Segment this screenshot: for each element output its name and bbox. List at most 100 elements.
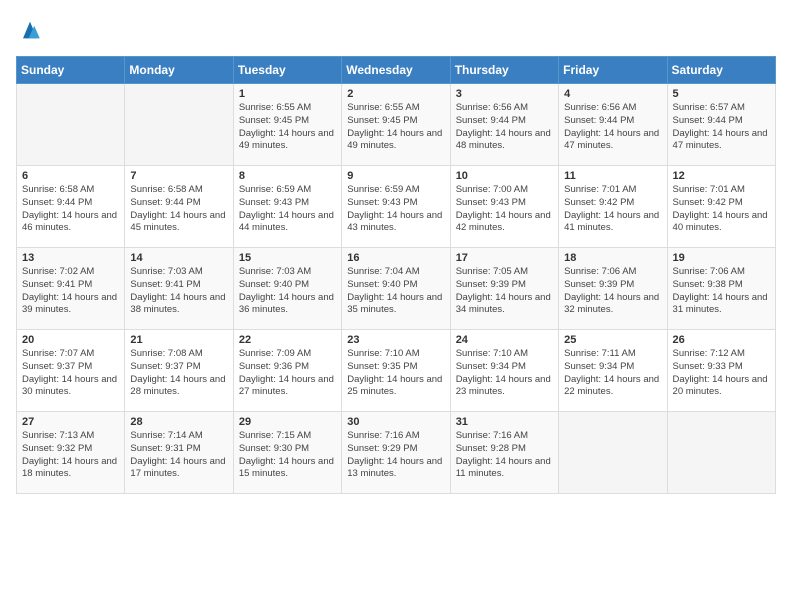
calendar-day: 2 Sunrise: 6:55 AM Sunset: 9:45 PM Daylig… xyxy=(342,84,450,166)
day-number: 4 xyxy=(564,88,661,100)
day-number: 10 xyxy=(456,170,553,182)
day-number: 21 xyxy=(130,334,227,346)
calendar-day: 23 Sunrise: 7:10 AM Sunset: 9:35 PM Dayli… xyxy=(342,330,450,412)
day-number: 30 xyxy=(347,416,444,428)
day-number: 28 xyxy=(130,416,227,428)
day-number: 15 xyxy=(239,252,336,264)
day-number: 5 xyxy=(673,88,770,100)
day-info: Sunrise: 7:08 AM Sunset: 9:37 PM Dayligh… xyxy=(130,348,227,399)
calendar-day xyxy=(559,412,667,494)
day-number: 19 xyxy=(673,252,770,264)
calendar-day: 26 Sunrise: 7:12 AM Sunset: 9:33 PM Dayli… xyxy=(667,330,775,412)
calendar-day: 1 Sunrise: 6:55 AM Sunset: 9:45 PM Daylig… xyxy=(233,84,341,166)
calendar-day xyxy=(667,412,775,494)
day-number: 18 xyxy=(564,252,661,264)
weekday-header-tuesday: Tuesday xyxy=(233,57,341,84)
calendar-day: 24 Sunrise: 7:10 AM Sunset: 9:34 PM Dayli… xyxy=(450,330,558,412)
weekday-header-sunday: Sunday xyxy=(17,57,125,84)
day-info: Sunrise: 7:16 AM Sunset: 9:28 PM Dayligh… xyxy=(456,430,553,481)
day-number: 8 xyxy=(239,170,336,182)
calendar-day: 12 Sunrise: 7:01 AM Sunset: 9:42 PM Dayli… xyxy=(667,166,775,248)
calendar-day: 15 Sunrise: 7:03 AM Sunset: 9:40 PM Dayli… xyxy=(233,248,341,330)
day-info: Sunrise: 7:01 AM Sunset: 9:42 PM Dayligh… xyxy=(673,184,770,235)
day-number: 25 xyxy=(564,334,661,346)
day-info: Sunrise: 7:10 AM Sunset: 9:34 PM Dayligh… xyxy=(456,348,553,399)
day-info: Sunrise: 6:56 AM Sunset: 9:44 PM Dayligh… xyxy=(564,102,661,153)
calendar-day xyxy=(17,84,125,166)
calendar-day: 11Sunrise: 7:01 AM Sunset: 9:42 PM Dayli… xyxy=(559,166,667,248)
day-info: Sunrise: 7:07 AM Sunset: 9:37 PM Dayligh… xyxy=(22,348,119,399)
calendar-day: 8 Sunrise: 6:59 AM Sunset: 9:43 PM Daylig… xyxy=(233,166,341,248)
day-info: Sunrise: 7:06 AM Sunset: 9:39 PM Dayligh… xyxy=(564,266,661,317)
day-info: Sunrise: 7:02 AM Sunset: 9:41 PM Dayligh… xyxy=(22,266,119,317)
day-number: 12 xyxy=(673,170,770,182)
page-header xyxy=(16,16,776,44)
day-info: Sunrise: 7:00 AM Sunset: 9:43 PM Dayligh… xyxy=(456,184,553,235)
day-info: Sunrise: 7:03 AM Sunset: 9:40 PM Dayligh… xyxy=(239,266,336,317)
calendar-body: 1 Sunrise: 6:55 AM Sunset: 9:45 PM Daylig… xyxy=(17,84,776,494)
calendar-week-1: 1 Sunrise: 6:55 AM Sunset: 9:45 PM Daylig… xyxy=(17,84,776,166)
day-number: 1 xyxy=(239,88,336,100)
calendar-day: 25 Sunrise: 7:11 AM Sunset: 9:34 PM Dayli… xyxy=(559,330,667,412)
day-number: 9 xyxy=(347,170,444,182)
day-number: 14 xyxy=(130,252,227,264)
logo-icon xyxy=(16,16,44,44)
calendar-week-3: 13 Sunrise: 7:02 AM Sunset: 9:41 PM Dayli… xyxy=(17,248,776,330)
calendar-day: 22Sunrise: 7:09 AM Sunset: 9:36 PM Dayli… xyxy=(233,330,341,412)
weekday-header-friday: Friday xyxy=(559,57,667,84)
day-info: Sunrise: 7:05 AM Sunset: 9:39 PM Dayligh… xyxy=(456,266,553,317)
calendar-week-5: 27 Sunrise: 7:13 AM Sunset: 9:32 PM Dayli… xyxy=(17,412,776,494)
calendar-day: 20Sunrise: 7:07 AM Sunset: 9:37 PM Dayli… xyxy=(17,330,125,412)
calendar-day: 7 Sunrise: 6:58 AM Sunset: 9:44 PM Daylig… xyxy=(125,166,233,248)
calendar-day xyxy=(125,84,233,166)
day-number: 3 xyxy=(456,88,553,100)
day-info: Sunrise: 6:58 AM Sunset: 9:44 PM Dayligh… xyxy=(130,184,227,235)
weekday-header-monday: Monday xyxy=(125,57,233,84)
calendar-day: 30 Sunrise: 7:16 AM Sunset: 9:29 PM Dayli… xyxy=(342,412,450,494)
day-number: 6 xyxy=(22,170,119,182)
calendar-day: 13 Sunrise: 7:02 AM Sunset: 9:41 PM Dayli… xyxy=(17,248,125,330)
calendar-day: 28 Sunrise: 7:14 AM Sunset: 9:31 PM Dayli… xyxy=(125,412,233,494)
calendar-header: SundayMondayTuesdayWednesdayThursdayFrid… xyxy=(17,57,776,84)
calendar-day: 3 Sunrise: 6:56 AM Sunset: 9:44 PM Daylig… xyxy=(450,84,558,166)
day-number: 13 xyxy=(22,252,119,264)
calendar-day: 6Sunrise: 6:58 AM Sunset: 9:44 PM Daylig… xyxy=(17,166,125,248)
day-number: 16 xyxy=(347,252,444,264)
calendar-day: 14 Sunrise: 7:03 AM Sunset: 9:41 PM Dayli… xyxy=(125,248,233,330)
weekday-header-wednesday: Wednesday xyxy=(342,57,450,84)
day-number: 23 xyxy=(347,334,444,346)
weekday-header-saturday: Saturday xyxy=(667,57,775,84)
calendar-day: 5Sunrise: 6:57 AM Sunset: 9:44 PM Daylig… xyxy=(667,84,775,166)
day-info: Sunrise: 7:13 AM Sunset: 9:32 PM Dayligh… xyxy=(22,430,119,481)
day-info: Sunrise: 7:16 AM Sunset: 9:29 PM Dayligh… xyxy=(347,430,444,481)
day-number: 22 xyxy=(239,334,336,346)
logo xyxy=(16,16,48,44)
calendar-day: 18 Sunrise: 7:06 AM Sunset: 9:39 PM Dayli… xyxy=(559,248,667,330)
day-info: Sunrise: 6:55 AM Sunset: 9:45 PM Dayligh… xyxy=(239,102,336,153)
calendar-week-2: 6 Sunrise: 6:58 AM Sunset: 9:44 PM Daylig… xyxy=(17,166,776,248)
day-info: Sunrise: 7:04 AM Sunset: 9:40 PM Dayligh… xyxy=(347,266,444,317)
day-info: Sunrise: 6:55 AM Sunset: 9:45 PM Dayligh… xyxy=(347,102,444,153)
day-number: 24 xyxy=(456,334,553,346)
day-number: 26 xyxy=(673,334,770,346)
day-info: Sunrise: 7:03 AM Sunset: 9:41 PM Dayligh… xyxy=(130,266,227,317)
calendar-day: 4 Sunrise: 6:56 AM Sunset: 9:44 PM Daylig… xyxy=(559,84,667,166)
calendar-table: SundayMondayTuesdayWednesdayThursdayFrid… xyxy=(16,56,776,494)
day-info: Sunrise: 7:11 AM Sunset: 9:34 PM Dayligh… xyxy=(564,348,661,399)
day-info: Sunrise: 7:12 AM Sunset: 9:33 PM Dayligh… xyxy=(673,348,770,399)
day-info: Sunrise: 7:15 AM Sunset: 9:30 PM Dayligh… xyxy=(239,430,336,481)
day-number: 17 xyxy=(456,252,553,264)
day-number: 29 xyxy=(239,416,336,428)
day-info: Sunrise: 6:56 AM Sunset: 9:44 PM Dayligh… xyxy=(456,102,553,153)
day-info: Sunrise: 6:59 AM Sunset: 9:43 PM Dayligh… xyxy=(239,184,336,235)
day-info: Sunrise: 6:59 AM Sunset: 9:43 PM Dayligh… xyxy=(347,184,444,235)
weekday-header-thursday: Thursday xyxy=(450,57,558,84)
day-number: 27 xyxy=(22,416,119,428)
day-number: 7 xyxy=(130,170,227,182)
calendar-day: 29 Sunrise: 7:15 AM Sunset: 9:30 PM Dayli… xyxy=(233,412,341,494)
weekday-header-row: SundayMondayTuesdayWednesdayThursdayFrid… xyxy=(17,57,776,84)
calendar-day: 17 Sunrise: 7:05 AM Sunset: 9:39 PM Dayli… xyxy=(450,248,558,330)
day-number: 2 xyxy=(347,88,444,100)
day-info: Sunrise: 7:10 AM Sunset: 9:35 PM Dayligh… xyxy=(347,348,444,399)
day-info: Sunrise: 7:14 AM Sunset: 9:31 PM Dayligh… xyxy=(130,430,227,481)
